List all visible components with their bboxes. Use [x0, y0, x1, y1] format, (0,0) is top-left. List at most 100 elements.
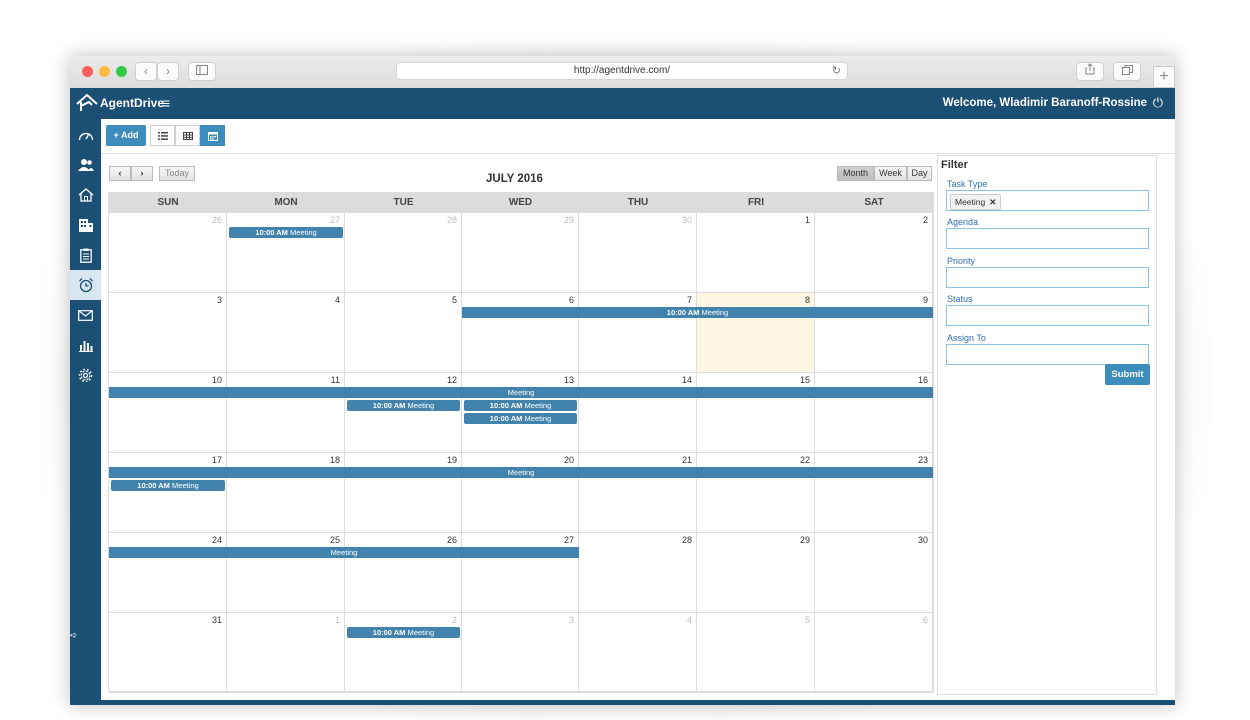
- day-number[interactable]: 5: [452, 295, 457, 305]
- day-cell[interactable]: 19: [345, 453, 462, 533]
- day-cell[interactable]: 11: [227, 373, 345, 453]
- brand-name[interactable]: AgentDrive: [100, 96, 164, 110]
- calendar-event[interactable]: 10:00 AM Meeting: [347, 627, 460, 638]
- day-cell[interactable]: 29: [462, 213, 579, 293]
- remove-tag-icon[interactable]: ✕: [989, 197, 996, 207]
- calendar-event[interactable]: 10:00 AM Meeting: [111, 480, 225, 491]
- day-number[interactable]: 18: [330, 455, 340, 465]
- assign-to-field[interactable]: [946, 344, 1149, 365]
- forward-button[interactable]: ›: [157, 62, 179, 81]
- day-cell[interactable]: 6: [815, 613, 933, 693]
- day-cell[interactable]: 24: [109, 533, 227, 613]
- day-number[interactable]: 22: [800, 455, 810, 465]
- day-cell[interactable]: 10: [109, 373, 227, 453]
- today-button[interactable]: Today: [159, 166, 195, 181]
- list-view-button[interactable]: [150, 125, 175, 146]
- sidebar-toggle-button[interactable]: [188, 62, 216, 81]
- tabs-overview-button[interactable]: [1113, 62, 1141, 81]
- day-number[interactable]: 20: [564, 455, 574, 465]
- calendar-event[interactable]: Meeting: [109, 547, 579, 558]
- prev-month-button[interactable]: ‹: [109, 166, 131, 181]
- calendar-event[interactable]: 10:00 AM Meeting: [464, 400, 577, 411]
- day-number[interactable]: 3: [569, 615, 574, 625]
- sidebar-item-buildings[interactable]: [70, 210, 101, 240]
- day-cell[interactable]: 25: [227, 533, 345, 613]
- day-number[interactable]: 27: [564, 535, 574, 545]
- day-cell[interactable]: 6: [462, 293, 579, 373]
- next-month-button[interactable]: ›: [131, 166, 153, 181]
- day-number[interactable]: 13: [564, 375, 574, 385]
- day-number[interactable]: 4: [335, 295, 340, 305]
- address-bar[interactable]: http://agentdrive.com/ ↻: [396, 62, 848, 80]
- day-number[interactable]: 6: [569, 295, 574, 305]
- day-cell[interactable]: 1: [697, 213, 815, 293]
- day-cell[interactable]: 15: [697, 373, 815, 453]
- day-number[interactable]: 30: [918, 535, 928, 545]
- day-cell[interactable]: 16: [815, 373, 933, 453]
- day-cell[interactable]: 9: [815, 293, 933, 373]
- day-number[interactable]: 29: [800, 535, 810, 545]
- calendar-event[interactable]: Meeting: [109, 387, 933, 398]
- day-cell[interactable]: 3: [109, 293, 227, 373]
- day-cell[interactable]: 17: [109, 453, 227, 533]
- day-cell[interactable]: 14: [579, 373, 697, 453]
- day-number[interactable]: 17: [212, 455, 222, 465]
- day-cell[interactable]: 2: [815, 213, 933, 293]
- day-cell[interactable]: 28: [345, 213, 462, 293]
- calendar-event[interactable]: 10:00 AM Meeting: [347, 400, 460, 411]
- day-number[interactable]: 14: [682, 375, 692, 385]
- day-cell[interactable]: 29: [697, 533, 815, 613]
- sidebar-item-home[interactable]: [70, 180, 101, 210]
- priority-field[interactable]: [946, 267, 1149, 288]
- calendar-event[interactable]: 10:00 AM Meeting: [229, 227, 343, 238]
- submit-button[interactable]: Submit: [1105, 364, 1150, 385]
- day-cell[interactable]: 27: [227, 213, 345, 293]
- day-number[interactable]: 1: [805, 215, 810, 225]
- day-number[interactable]: 31: [212, 615, 222, 625]
- day-cell[interactable]: 12: [345, 373, 462, 453]
- day-number[interactable]: 29: [564, 215, 574, 225]
- status-field[interactable]: [946, 305, 1149, 326]
- day-number[interactable]: 26: [212, 215, 222, 225]
- sidebar-item-dashboard[interactable]: [70, 120, 101, 150]
- day-cell[interactable]: 3: [462, 613, 579, 693]
- day-cell[interactable]: 28: [579, 533, 697, 613]
- day-number[interactable]: 10: [212, 375, 222, 385]
- share-button[interactable]: [1076, 62, 1104, 81]
- sidebar-item-messages[interactable]: [70, 300, 101, 330]
- day-cell[interactable]: 4: [227, 293, 345, 373]
- day-cell[interactable]: 23: [815, 453, 933, 533]
- day-number[interactable]: 11: [331, 375, 340, 385]
- day-number[interactable]: 30: [682, 215, 692, 225]
- calendar-event[interactable]: Meeting: [109, 467, 933, 478]
- agenda-field[interactable]: [946, 228, 1149, 249]
- day-cell[interactable]: 5: [345, 293, 462, 373]
- sidebar-item-settings[interactable]: [70, 360, 101, 390]
- view-week-button[interactable]: Week: [874, 166, 907, 181]
- close-window-button[interactable]: [82, 66, 93, 77]
- add-button[interactable]: + Add: [106, 125, 146, 146]
- day-number[interactable]: 26: [447, 535, 457, 545]
- back-button[interactable]: ‹: [135, 62, 157, 81]
- day-cell[interactable]: 22: [697, 453, 815, 533]
- view-day-button[interactable]: Day: [907, 166, 932, 181]
- sidebar-item-reminders[interactable]: [70, 270, 101, 300]
- day-cell[interactable]: 5: [697, 613, 815, 693]
- day-number[interactable]: 23: [918, 455, 928, 465]
- day-number[interactable]: 8: [805, 295, 810, 305]
- day-number[interactable]: 27: [330, 215, 340, 225]
- day-number[interactable]: 6: [923, 615, 928, 625]
- day-cell[interactable]: 7: [579, 293, 697, 373]
- day-cell[interactable]: 1: [227, 613, 345, 693]
- calendar-view-button[interactable]: [200, 125, 225, 146]
- grid-view-button[interactable]: [175, 125, 200, 146]
- day-number[interactable]: 28: [682, 535, 692, 545]
- view-month-button[interactable]: Month: [837, 166, 874, 181]
- day-number[interactable]: 5: [805, 615, 810, 625]
- day-cell[interactable]: 31: [109, 613, 227, 693]
- sidebar-item-tasks[interactable]: [70, 240, 101, 270]
- day-number[interactable]: 19: [447, 455, 457, 465]
- logout-power-icon[interactable]: ⏻: [1153, 95, 1163, 111]
- day-cell[interactable]: 30: [579, 213, 697, 293]
- day-number[interactable]: 4: [687, 615, 692, 625]
